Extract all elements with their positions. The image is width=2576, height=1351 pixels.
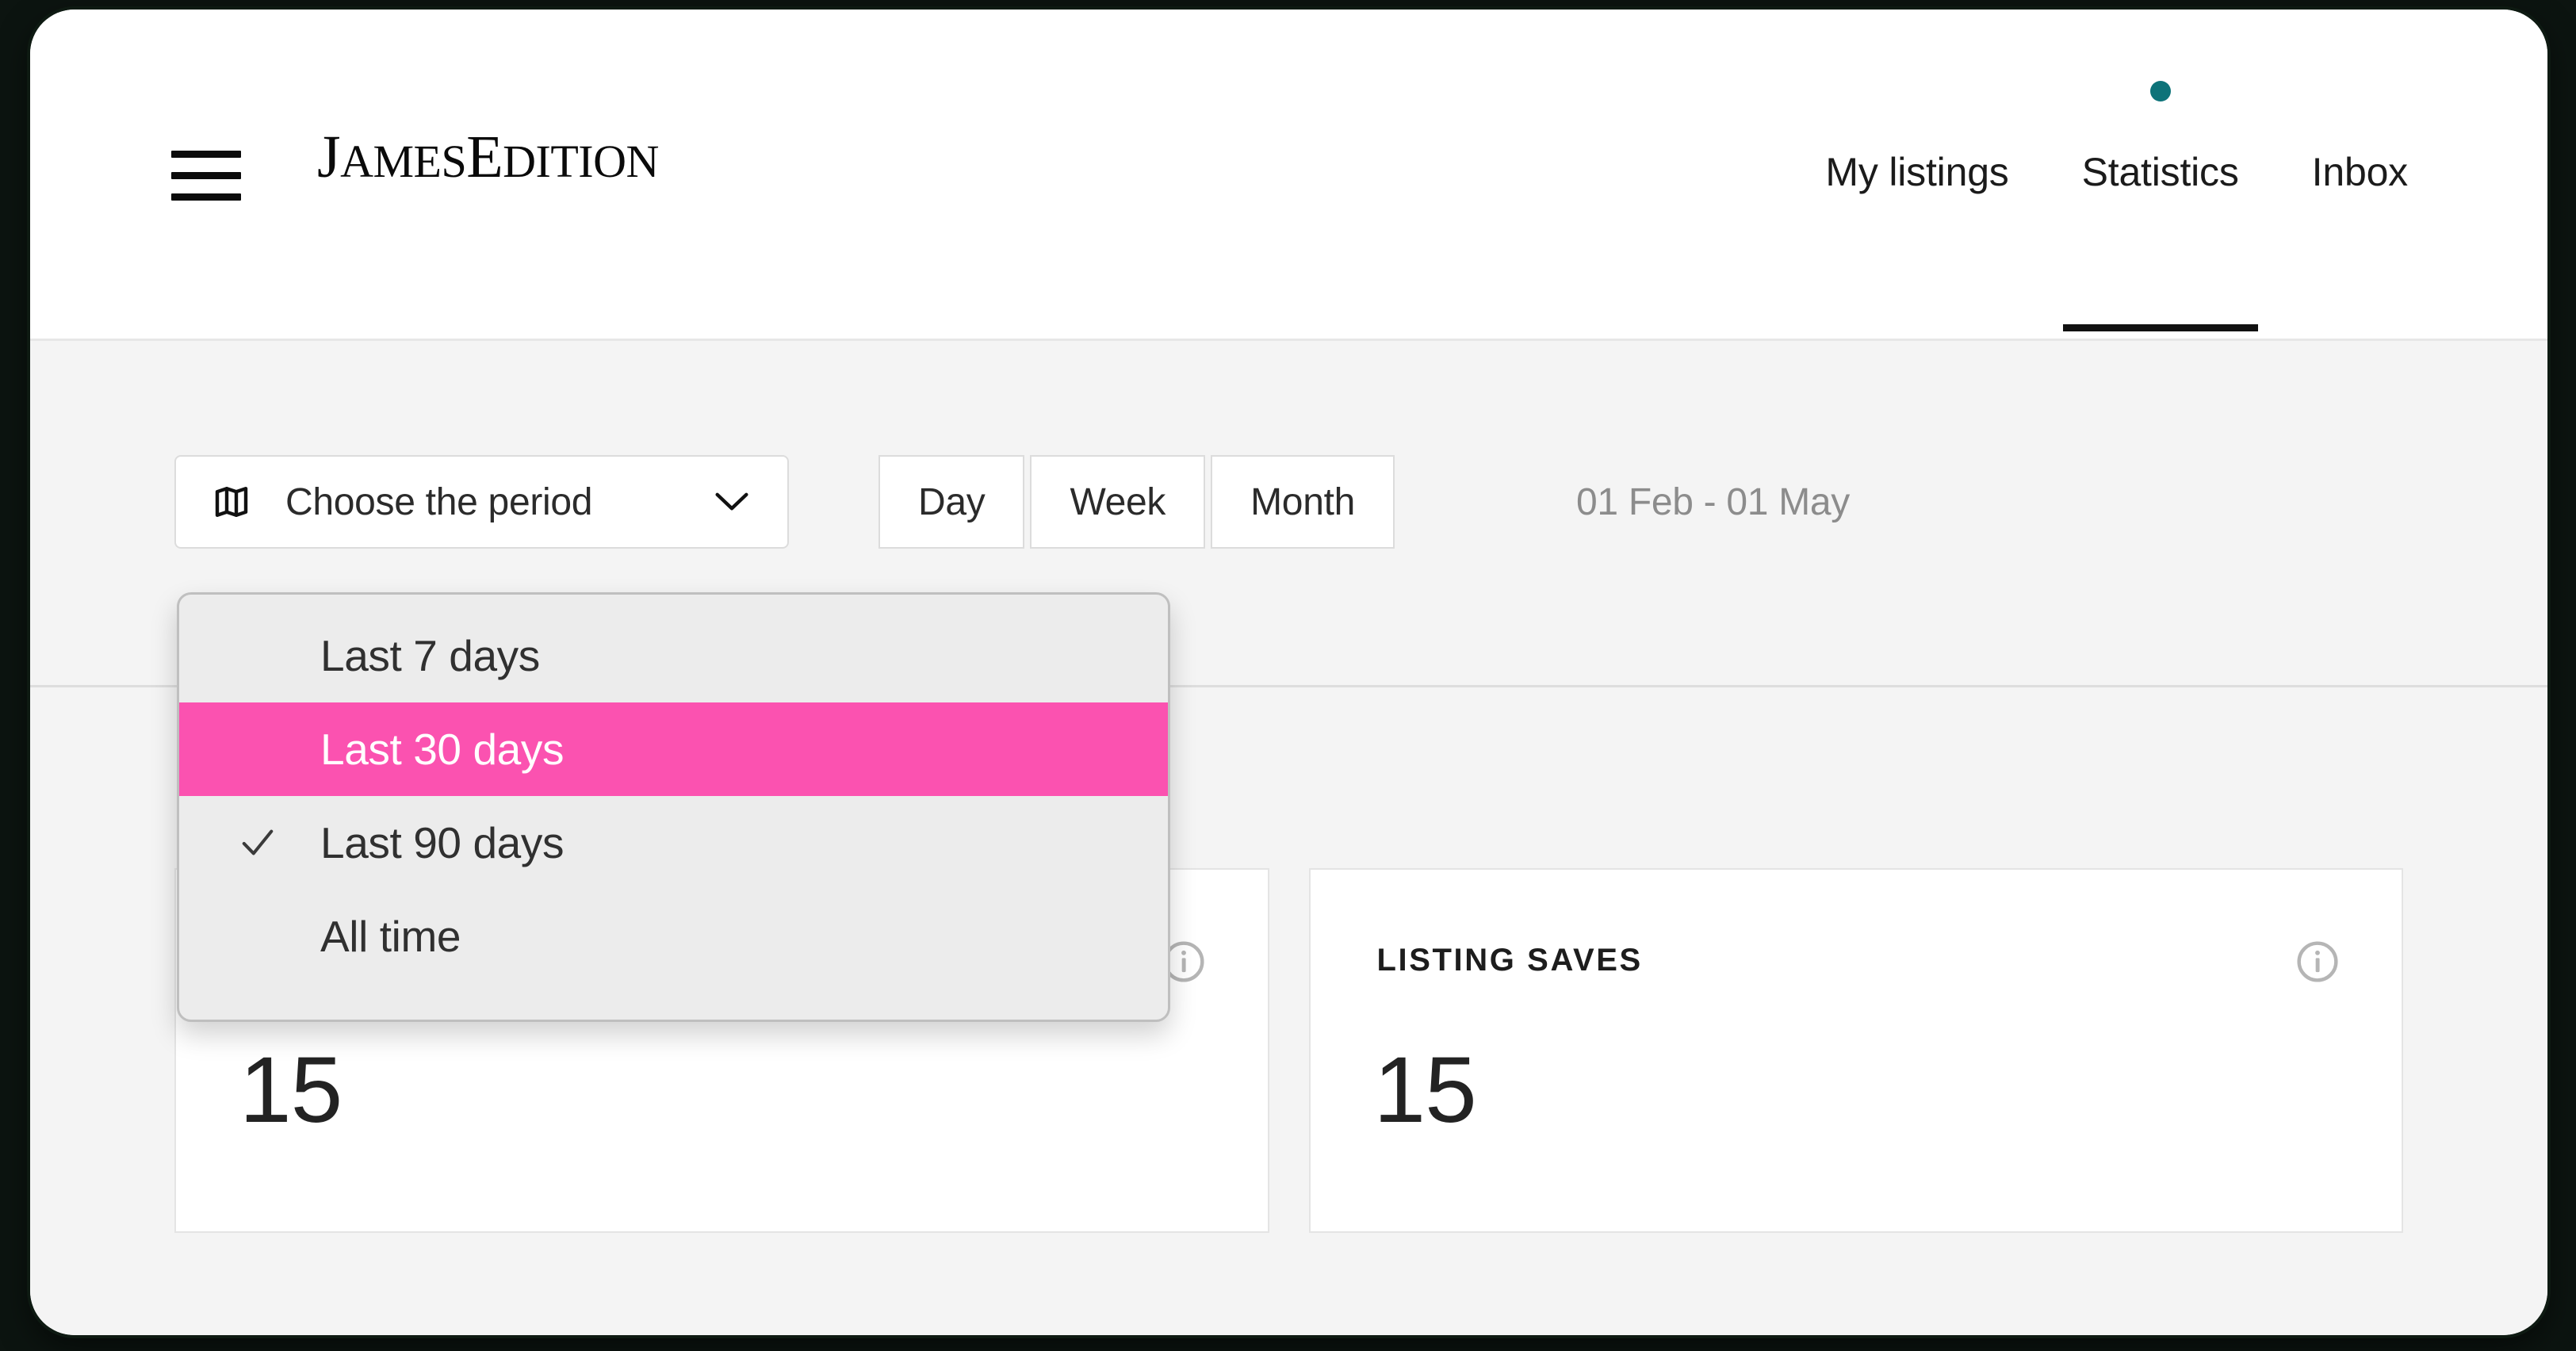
- notification-dot-icon: [2149, 81, 2171, 101]
- nav-label-statistics: Statistics: [2081, 150, 2239, 194]
- logo-ames: AMES: [340, 136, 467, 187]
- period-select-label: Choose the period: [285, 480, 593, 523]
- dropdown-label-last-7-days: Last 7 days: [320, 631, 540, 680]
- site-header: JAMESEDITION My listings Statistics Inbo…: [30, 10, 2547, 341]
- browser-window: JAMESEDITION My listings Statistics Inbo…: [30, 10, 2547, 1335]
- info-icon[interactable]: [2295, 940, 2340, 984]
- dropdown-item-last-90-days[interactable]: Last 90 days: [179, 796, 1168, 890]
- date-range-label: 01 Feb - 01 May: [1576, 480, 1851, 523]
- granularity-button-month[interactable]: Month: [1211, 455, 1395, 549]
- granularity-toggle-group: Day Week Month: [878, 455, 1395, 549]
- main-navigation: My listings Statistics Inbox: [1789, 10, 2444, 341]
- stat-card-listing-saves-value: 15: [1373, 1038, 1477, 1142]
- granularity-button-week[interactable]: Week: [1030, 455, 1206, 549]
- dropdown-bottom-padding: [179, 983, 1168, 1020]
- hamburger-menu-icon[interactable]: [171, 151, 241, 201]
- stat-card-left-value: 15: [239, 1038, 343, 1142]
- nav-item-my-listings[interactable]: My listings: [1789, 10, 2045, 341]
- chevron-down-icon: [715, 492, 748, 511]
- active-tab-underline: [2062, 324, 2258, 331]
- page-content: Choose the period Day Week Month 01 Feb …: [30, 341, 2547, 1335]
- dropdown-item-last-30-days[interactable]: Last 30 days: [179, 702, 1168, 796]
- logo-dition: DITION: [503, 136, 659, 187]
- map-icon: [215, 486, 248, 517]
- dropdown-top-padding: [179, 595, 1168, 609]
- logo-j: J: [317, 124, 341, 190]
- dropdown-label-all-time: All time: [320, 912, 461, 961]
- nav-label-my-listings: My listings: [1825, 150, 2009, 194]
- dropdown-item-last-7-days[interactable]: Last 7 days: [179, 609, 1168, 702]
- dropdown-label-last-90-days: Last 90 days: [320, 818, 565, 867]
- check-icon: [242, 829, 274, 855]
- nav-item-statistics[interactable]: Statistics: [2046, 10, 2276, 341]
- dropdown-item-all-time[interactable]: All time: [179, 890, 1168, 983]
- period-select-button[interactable]: Choose the period: [174, 455, 789, 549]
- logo-e: E: [466, 124, 503, 190]
- granularity-label-week: Week: [1070, 480, 1166, 523]
- dropdown-label-last-30-days: Last 30 days: [320, 725, 565, 774]
- stat-card-listing-saves: LISTING SAVES 15: [1308, 868, 2403, 1233]
- period-dropdown-menu: Last 7 days Last 30 days Last 90 days Al…: [177, 592, 1170, 1022]
- nav-label-inbox: Inbox: [2311, 150, 2409, 194]
- hamburger-bar-3: [171, 193, 241, 201]
- hamburger-bar-2: [171, 172, 241, 179]
- granularity-button-day[interactable]: Day: [878, 455, 1025, 549]
- site-logo[interactable]: JAMESEDITION: [317, 127, 659, 187]
- granularity-label-month: Month: [1250, 480, 1356, 523]
- stat-card-listing-saves-title: LISTING SAVES: [1376, 943, 1643, 978]
- nav-item-inbox[interactable]: Inbox: [2276, 10, 2444, 341]
- granularity-label-day: Day: [918, 480, 986, 523]
- hamburger-bar-1: [171, 151, 241, 158]
